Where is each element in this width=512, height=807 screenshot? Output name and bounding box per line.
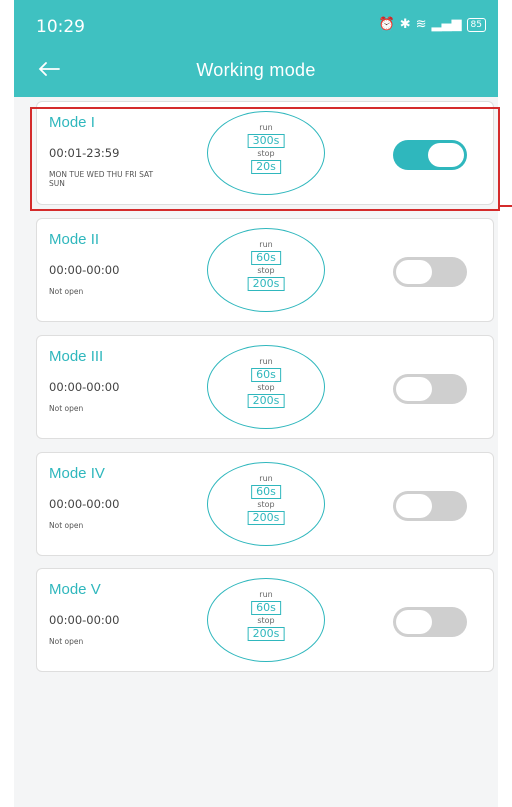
run-label: run: [259, 240, 273, 249]
wifi-icon: ≋: [415, 17, 427, 32]
mode-name: Mode III: [49, 348, 104, 365]
run-stop-timer[interactable]: run 60s stop 200s: [207, 228, 325, 312]
mode-toggle[interactable]: [393, 607, 467, 637]
app-frame: 10:29 ⏰ ✱ ≋ ▂▄▆ 85 Working mode Mode I 0…: [14, 0, 498, 807]
run-value: 300s: [247, 134, 285, 148]
toggle-knob: [396, 260, 432, 284]
highlight-tail: [498, 205, 512, 207]
alarm-icon: ⏰: [378, 17, 395, 32]
toggle-knob: [396, 494, 432, 518]
app-bar: 10:29 ⏰ ✱ ≋ ▂▄▆ 85 Working mode: [14, 0, 498, 97]
stop-value: 200s: [247, 511, 285, 525]
stop-value: 200s: [247, 394, 285, 408]
run-value: 60s: [251, 251, 281, 265]
stop-value: 200s: [247, 627, 285, 641]
stop-label: stop: [257, 383, 275, 392]
run-value: 60s: [251, 601, 281, 615]
run-stop-timer[interactable]: run 60s stop 200s: [207, 578, 325, 662]
mode-days: MON TUE WED THU FRI SAT SUN: [49, 170, 154, 188]
signal-icon: ▂▄▆: [431, 17, 462, 32]
mode-time-range: 00:00-00:00: [49, 497, 120, 511]
stop-value: 200s: [247, 277, 285, 291]
mode-time-range: 00:01-23:59: [49, 146, 120, 160]
stop-label: stop: [257, 500, 275, 509]
bluetooth-icon: ✱: [399, 17, 411, 32]
mode-name: Mode II: [49, 231, 100, 248]
run-value: 60s: [251, 368, 281, 382]
mode-time-range: 00:00-00:00: [49, 613, 120, 627]
run-stop-timer[interactable]: run 60s stop 200s: [207, 462, 325, 546]
stop-label: stop: [257, 149, 275, 158]
status-icons: ⏰ ✱ ≋ ▂▄▆ 85: [379, 17, 486, 32]
mode-status: Not open: [49, 637, 84, 646]
mode-card[interactable]: Mode III 00:00-00:00 Not open run 60s st…: [36, 335, 494, 439]
toggle-knob: [396, 377, 432, 401]
status-time: 10:29: [36, 17, 85, 37]
mode-name: Mode V: [49, 581, 101, 598]
mode-toggle[interactable]: [393, 374, 467, 404]
run-label: run: [259, 123, 273, 132]
mode-card[interactable]: Mode V 00:00-00:00 Not open run 60s stop…: [36, 568, 494, 672]
toggle-knob: [396, 610, 432, 634]
run-label: run: [259, 474, 273, 483]
mode-status: Not open: [49, 287, 84, 296]
run-stop-timer[interactable]: run 60s stop 200s: [207, 345, 325, 429]
mode-toggle[interactable]: [393, 140, 467, 170]
stop-label: stop: [257, 616, 275, 625]
run-label: run: [259, 590, 273, 599]
run-stop-timer[interactable]: run 300s stop 20s: [207, 111, 325, 195]
run-label: run: [259, 357, 273, 366]
stop-label: stop: [257, 266, 275, 275]
stop-value: 20s: [251, 160, 281, 174]
mode-status: Not open: [49, 521, 84, 530]
toggle-knob: [428, 143, 464, 167]
run-value: 60s: [251, 485, 281, 499]
mode-time-range: 00:00-00:00: [49, 263, 120, 277]
page-title: Working mode: [196, 60, 316, 80]
battery-icon: 85: [466, 17, 486, 32]
mode-toggle[interactable]: [393, 257, 467, 287]
mode-time-range: 00:00-00:00: [49, 380, 120, 394]
mode-toggle[interactable]: [393, 491, 467, 521]
mode-card[interactable]: Mode IV 00:00-00:00 Not open run 60s sto…: [36, 452, 494, 556]
mode-status: Not open: [49, 404, 84, 413]
mode-name: Mode I: [49, 114, 95, 131]
mode-card[interactable]: Mode II 00:00-00:00 Not open run 60s sto…: [36, 218, 494, 322]
mode-card[interactable]: Mode I 00:01-23:59 MON TUE WED THU FRI S…: [36, 101, 494, 205]
mode-name: Mode IV: [49, 465, 105, 482]
